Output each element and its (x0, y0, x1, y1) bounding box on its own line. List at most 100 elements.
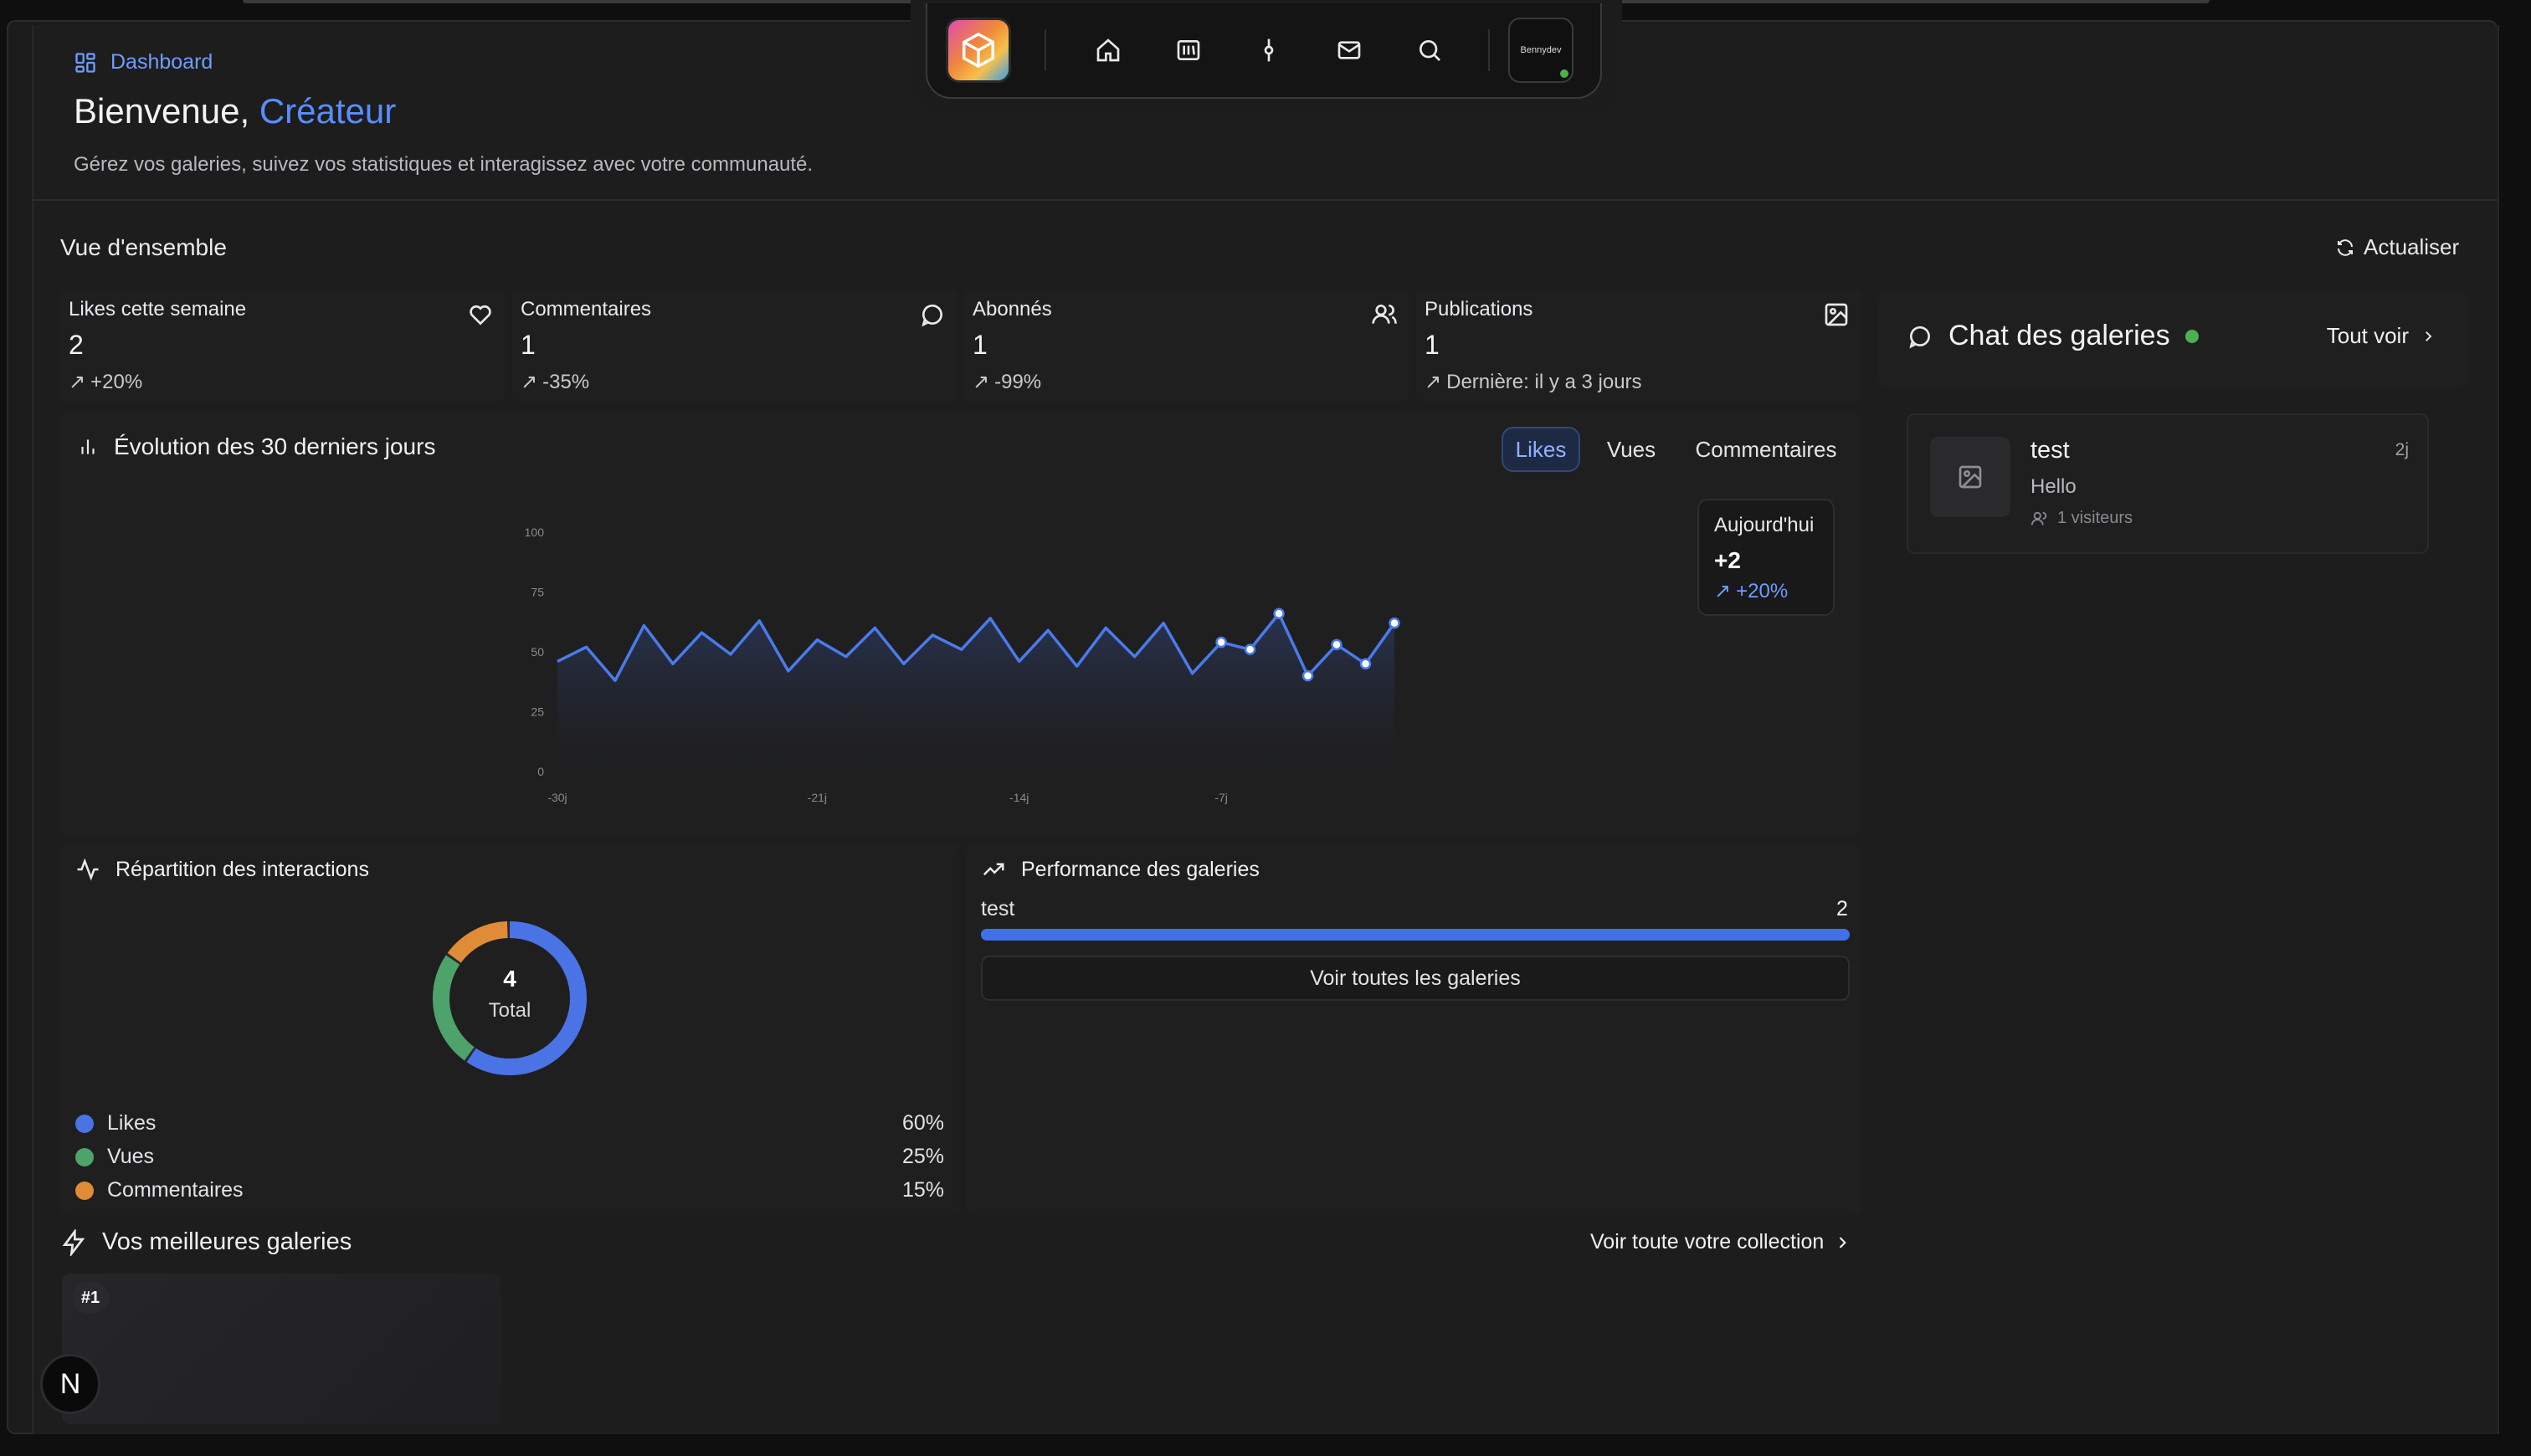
image-placeholder-icon (1959, 465, 1982, 489)
overview-title: Vue d'ensemble (60, 234, 227, 260)
gallery-name[interactable]: test (981, 897, 1014, 921)
chat-title-text: Chat des galeries (1948, 320, 2170, 351)
x-tick-label: -14j (1009, 791, 1029, 804)
heart-icon (470, 305, 491, 326)
data-point[interactable] (1331, 638, 1343, 651)
page-header: Dashboard Bienvenue, Créateur Gérez vos … (74, 50, 813, 177)
stat-delta-text: Dernière: il y a 3 jours (1446, 370, 1642, 393)
today-label: Aujourd'hui (1714, 514, 1815, 536)
chat-last-message: Hello (2030, 475, 2077, 498)
trend-icon: ↗ (1425, 371, 1442, 393)
best-gallery-card[interactable]: #1 (62, 1274, 501, 1424)
zap-icon (62, 1228, 85, 1256)
tab-comments[interactable]: Commentaires (1682, 427, 1850, 472)
today-value: +2 (1714, 547, 1741, 573)
gallery-progress (981, 929, 1850, 941)
rank-badge: #1 (72, 1282, 109, 1314)
legend-item-likes: Likes 60% (75, 1111, 944, 1136)
commit-icon (1264, 38, 1274, 62)
data-point[interactable] (1244, 643, 1256, 655)
avatar-text: Bennydev (1520, 45, 1562, 55)
x-tick-label: -21j (808, 791, 827, 804)
view-collection-link[interactable]: Voir toute votre collection (1590, 1230, 1851, 1254)
stat-label: Commentaires (521, 298, 652, 320)
legend-pct: 60% (901, 1111, 944, 1135)
breadcrumb-label: Dashboard (110, 50, 213, 74)
trend-icon: ↗ (69, 371, 86, 393)
stat-delta: ↗ +20% (69, 370, 142, 394)
online-status-dot (1558, 68, 1570, 79)
trend-icon: ↗ (521, 371, 538, 393)
stat-value: 1 (973, 330, 988, 360)
donut-total-label: Total (488, 999, 531, 1022)
legend-pct: 15% (901, 1178, 944, 1202)
next-dev-indicator-button[interactable]: N (40, 1354, 100, 1414)
page-subtitle: Gérez vos galeries, suivez vos statistiq… (74, 153, 814, 176)
y-tick-label: 0 (537, 765, 544, 778)
library-icon (1177, 40, 1200, 60)
live-status-dot (2184, 329, 2199, 343)
refresh-icon (2338, 238, 2353, 256)
tab-views[interactable]: Vues (1595, 427, 1667, 472)
data-point[interactable] (1359, 658, 1372, 670)
view-collection-label: Voir toute votre collection (1590, 1230, 1825, 1253)
stat-label: Likes cette semaine (69, 298, 247, 320)
stat-delta-text: +20% (90, 370, 143, 393)
legend-dot (75, 1114, 94, 1133)
today-delta-text: +20% (1736, 579, 1789, 602)
legend-dot (75, 1147, 94, 1166)
home-icon (1096, 38, 1120, 62)
chat-see-all-button[interactable]: Tout voir (2327, 323, 2436, 349)
chat-conversation-item[interactable]: test Hello 1 visiteurs 2j (1907, 413, 2429, 554)
nav-library[interactable] (1148, 21, 1229, 79)
x-tick-label: -30j (547, 791, 567, 804)
gallery-thumbnail (1930, 437, 2010, 517)
tab-likes[interactable]: Likes (1502, 427, 1580, 472)
performance-panel (966, 842, 1861, 1215)
nav-messages[interactable] (1309, 21, 1389, 79)
legend-label: Likes (107, 1111, 157, 1135)
chat-title: Chat des galeries (1907, 320, 2199, 352)
image-icon (1825, 303, 1848, 326)
legend-label: Commentaires (107, 1178, 244, 1202)
data-point[interactable] (1389, 617, 1400, 629)
performance-title-text: Performance des galeries (1021, 857, 1260, 881)
gallery-score: 2 (1836, 897, 1848, 920)
nav-search[interactable] (1389, 21, 1470, 79)
stat-value: 1 (521, 330, 536, 360)
stat-label: Abonnés (973, 298, 1052, 320)
evolution-title-text: Évolution des 30 derniers jours (114, 433, 436, 459)
chat-bubble-icon (1909, 326, 1931, 348)
see-all-galleries-button[interactable]: Voir toutes les galeries (981, 956, 1850, 1001)
nav-activity[interactable] (1229, 21, 1309, 79)
activity-icon (77, 858, 99, 881)
interactions-title-text: Répartition des interactions (116, 857, 369, 881)
chat-visitors-text: 1 visiteurs (2057, 509, 2133, 527)
app-logo[interactable] (946, 18, 1011, 83)
avatar[interactable]: Bennydev (1508, 18, 1574, 83)
breadcrumb[interactable]: Dashboard (74, 50, 813, 74)
refresh-button[interactable]: Actualiser (2335, 234, 2459, 260)
stat-delta-text: -35% (542, 370, 590, 393)
welcome-name: Créateur (259, 91, 397, 131)
trend-icon: ↗ (973, 371, 990, 393)
search-icon (1420, 40, 1440, 61)
data-point[interactable] (1301, 669, 1314, 682)
gallery-progress-fill (981, 929, 1850, 941)
stat-card-likes: Likes cette semaine 2 ↗ +20% (60, 290, 506, 402)
chat-gallery-name: test (2030, 437, 2070, 464)
dock-separator (1045, 29, 1046, 71)
nav-home[interactable] (1068, 21, 1148, 79)
stat-label: Publications (1425, 298, 1533, 320)
trend-up-icon: ↗ (1714, 580, 1732, 602)
users-icon (2030, 511, 2047, 525)
data-point[interactable] (1273, 608, 1285, 619)
data-point[interactable] (1215, 636, 1227, 649)
chat-header: Chat des galeries Tout voir (1878, 290, 2467, 387)
dashboard-icon (75, 52, 95, 73)
header-divider (33, 199, 2498, 201)
trending-up-icon (983, 863, 1004, 876)
refresh-label: Actualiser (2364, 234, 2460, 259)
dock-separator (1488, 29, 1490, 71)
y-tick-label: 50 (531, 645, 544, 659)
